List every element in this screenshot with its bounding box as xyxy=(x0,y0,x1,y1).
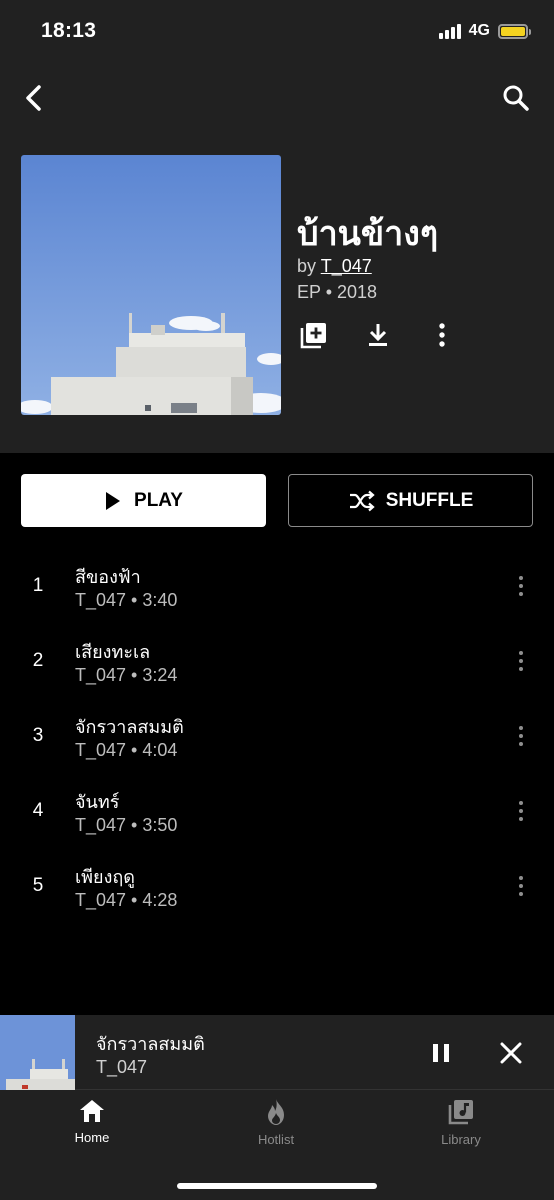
track-title: จันทร์ xyxy=(75,792,120,813)
shuffle-icon xyxy=(349,490,375,511)
album-art xyxy=(21,155,281,415)
track-title: เสียงทะเล xyxy=(75,642,151,663)
battery-icon xyxy=(498,23,531,39)
track-more-icon[interactable] xyxy=(514,648,528,674)
track-title: จักรวาลสมมติ xyxy=(75,717,184,738)
track-number: 5 xyxy=(32,875,44,896)
close-icon xyxy=(500,1042,522,1064)
home-indicator[interactable] xyxy=(177,1183,377,1189)
nav-library[interactable]: Library xyxy=(401,1098,521,1147)
album-byline: by T_047 xyxy=(297,256,372,277)
mini-player-title: จักรวาลสมมติ xyxy=(96,1034,205,1055)
chevron-left-icon xyxy=(26,85,41,111)
track-more-icon[interactable] xyxy=(514,573,528,599)
play-icon xyxy=(106,491,121,510)
track-subtitle: T_047 • 3:50 xyxy=(75,815,178,835)
track-row[interactable]: 5 เพียงฤดู T_047 • 4:28 xyxy=(0,849,554,924)
search-button[interactable] xyxy=(498,80,534,116)
artist-link[interactable]: T_047 xyxy=(321,256,372,276)
track-list: 1 สีของฟ้า T_047 • 3:40 2 เสียงทะเล T_04… xyxy=(0,549,554,924)
shuffle-label: SHUFFLE xyxy=(385,489,474,511)
track-more-icon[interactable] xyxy=(514,798,528,824)
more-vert-icon xyxy=(439,323,445,347)
status-indicators: 4G xyxy=(438,22,531,40)
library-music-icon xyxy=(448,1100,473,1125)
flame-icon xyxy=(268,1099,284,1125)
search-icon xyxy=(503,85,529,111)
home-icon xyxy=(80,1100,104,1122)
track-subtitle: T_047 • 4:28 xyxy=(75,890,178,910)
track-subtitle: T_047 • 3:40 xyxy=(75,590,178,610)
by-prefix: by xyxy=(297,256,317,276)
track-row[interactable]: 3 จักรวาลสมมติ T_047 • 4:04 xyxy=(0,699,554,774)
track-more-icon[interactable] xyxy=(514,873,528,899)
nav-library-label: Library xyxy=(441,1132,481,1147)
status-time: 18:13 xyxy=(41,19,97,42)
track-title: สีของฟ้า xyxy=(75,567,141,588)
pause-button[interactable] xyxy=(424,1036,458,1070)
album-meta: EP • 2018 xyxy=(297,282,378,302)
mini-player[interactable]: จักรวาลสมมติ T_047 xyxy=(0,1015,554,1090)
track-row[interactable]: 2 เสียงทะเล T_047 • 3:24 xyxy=(0,624,554,699)
nav-home[interactable]: Home xyxy=(32,1098,152,1145)
nav-home-label: Home xyxy=(74,1130,110,1145)
mini-player-artist: T_047 xyxy=(96,1057,148,1077)
album-header: บ้านข้างๆ by T_047 EP • 2018 xyxy=(0,66,554,453)
nav-hotlist-label: Hotlist xyxy=(257,1132,295,1147)
album-title: บ้านข้างๆ xyxy=(297,214,439,254)
track-more-icon[interactable] xyxy=(514,723,528,749)
nav-hotlist[interactable]: Hotlist xyxy=(216,1098,336,1147)
track-subtitle: T_047 • 4:04 xyxy=(75,740,178,760)
track-number: 4 xyxy=(32,800,44,821)
track-number: 3 xyxy=(32,725,44,746)
download-icon xyxy=(369,324,387,346)
back-button[interactable] xyxy=(16,80,52,116)
track-number: 2 xyxy=(32,650,44,671)
shuffle-button[interactable]: SHUFFLE xyxy=(288,474,533,527)
track-number: 1 xyxy=(32,575,44,596)
track-subtitle: T_047 • 3:24 xyxy=(75,665,178,685)
play-label: PLAY xyxy=(134,489,183,511)
more-options-button[interactable] xyxy=(425,318,459,352)
status-bar: 18:13 4G xyxy=(0,0,554,66)
album-actions xyxy=(297,318,459,352)
play-button[interactable]: PLAY xyxy=(21,474,266,527)
close-player-button[interactable] xyxy=(494,1036,528,1070)
pause-icon xyxy=(433,1044,449,1062)
signal-icon xyxy=(438,23,461,39)
track-title: เพียงฤดู xyxy=(75,867,135,888)
download-button[interactable] xyxy=(361,318,395,352)
mini-player-art xyxy=(0,1015,75,1090)
track-row[interactable]: 4 จันทร์ T_047 • 3:50 xyxy=(0,774,554,849)
add-to-library-icon xyxy=(300,323,326,349)
track-row[interactable]: 1 สีของฟ้า T_047 • 3:40 xyxy=(0,549,554,624)
network-type: 4G xyxy=(468,22,490,39)
add-to-library-button[interactable] xyxy=(297,318,331,352)
